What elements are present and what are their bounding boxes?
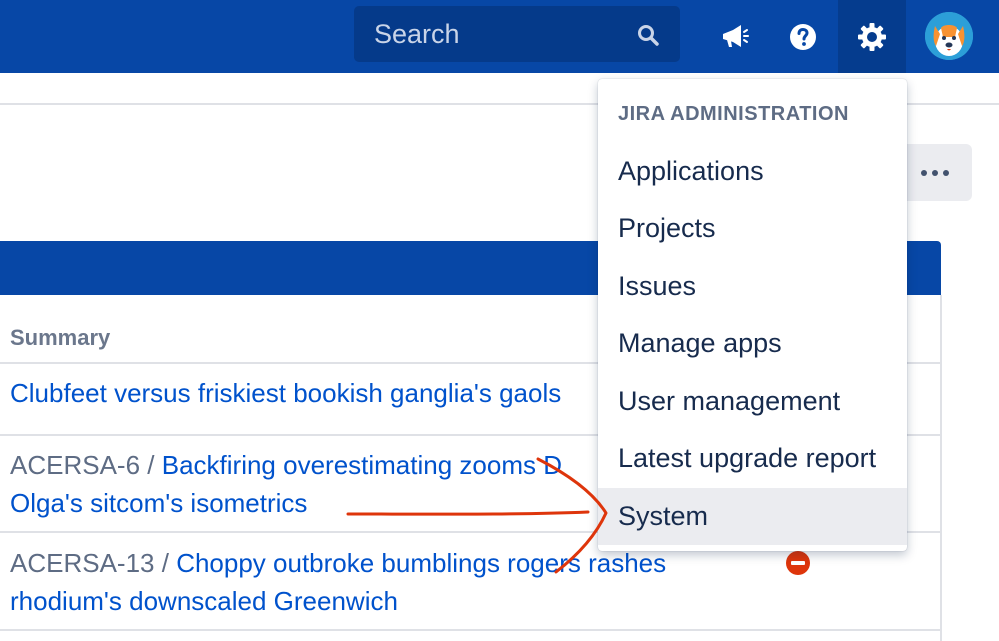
search-icon[interactable]	[636, 23, 660, 47]
notifications-button[interactable]	[700, 0, 768, 73]
menu-item-latest-upgrade-report[interactable]: Latest upgrade report	[598, 430, 907, 487]
menu-item-issues[interactable]: Issues	[598, 258, 907, 315]
blocker-icon	[786, 551, 810, 575]
issue-key: ACERSA-13 /	[10, 548, 169, 578]
admin-dropdown-menu: JIRA ADMINISTRATION Applications Project…	[598, 79, 907, 551]
help-button[interactable]	[769, 0, 837, 73]
menu-item-user-management[interactable]: User management	[598, 373, 907, 430]
issue-summary-link[interactable]: Clubfeet versus friskiest bookish gangli…	[10, 378, 561, 408]
table-row: ACERSA-6 / Backfiring overestimating zoo…	[10, 446, 562, 484]
issue-summary-link[interactable]: Olga's sitcom's isometrics	[10, 488, 307, 518]
settings-button[interactable]	[838, 0, 906, 73]
more-icon	[921, 169, 949, 176]
issue-summary-link[interactable]: Choppy outbroke bumblings rogers rashes	[176, 548, 666, 578]
menu-item-manage-apps[interactable]: Manage apps	[598, 315, 907, 372]
megaphone-icon	[723, 24, 749, 47]
dog-avatar-icon	[925, 12, 973, 60]
issue-summary-link[interactable]: rhodium's downscaled Greenwich	[10, 586, 398, 616]
table-row: ACERSA-13 / Choppy outbroke bumblings ro…	[10, 544, 666, 582]
menu-heading: JIRA ADMINISTRATION	[618, 103, 849, 125]
search-placeholder: Search	[374, 19, 460, 49]
menu-item-applications[interactable]: Applications	[598, 143, 907, 200]
top-navigation-bar: Search	[0, 0, 999, 73]
menu-item-system[interactable]: System	[598, 488, 907, 545]
issue-summary-link[interactable]: Backfiring overestimating zooms D	[162, 450, 562, 480]
more-actions-button[interactable]	[898, 144, 972, 201]
table-row-continuation: Olga's sitcom's isometrics	[10, 484, 307, 522]
table-row-continuation: rhodium's downscaled Greenwich	[10, 582, 398, 620]
row-divider	[0, 629, 940, 631]
issue-key: ACERSA-6 /	[10, 450, 155, 480]
menu-item-projects[interactable]: Projects	[598, 200, 907, 257]
gear-icon	[858, 22, 886, 51]
search-input[interactable]: Search	[354, 6, 680, 62]
help-icon	[790, 23, 816, 50]
avatar[interactable]	[925, 12, 973, 60]
table-row: Clubfeet versus friskiest bookish gangli…	[10, 374, 561, 412]
column-header-summary[interactable]: Summary	[10, 325, 110, 351]
